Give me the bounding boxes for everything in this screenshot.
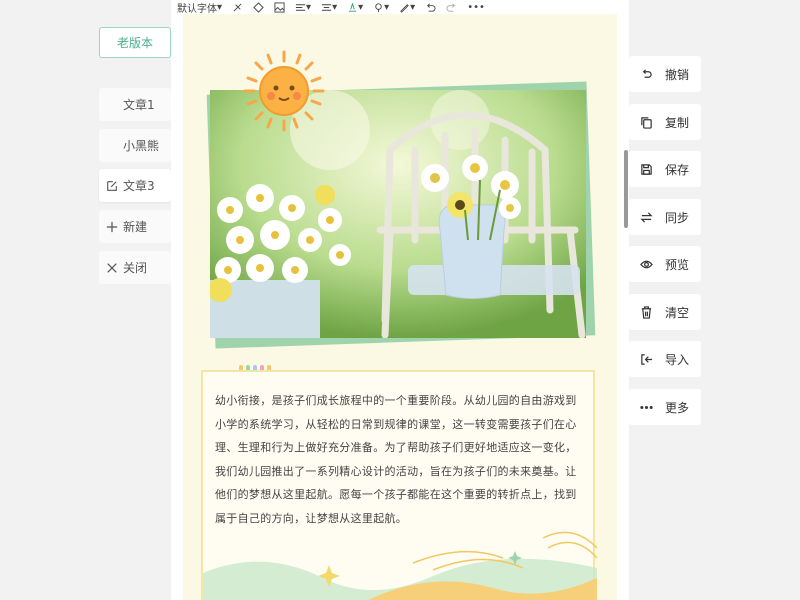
preview-label: 预览: [665, 257, 690, 272]
eye-icon: [640, 260, 653, 268]
save-button[interactable]: 保存: [629, 151, 701, 187]
align-icon[interactable]: ▾: [295, 1, 311, 13]
undo-icon: [642, 68, 652, 78]
toolbar-more-icon[interactable]: •••: [467, 1, 485, 13]
editor-canvas: 默认字体 ▾ ▾ ▾ ▾ ▾ ▾ ••• 幼小衔接，是孩子们成长旅程中的一个重要…: [171, 0, 629, 600]
trash-icon: [641, 305, 652, 319]
font-family-value: 默认字体: [177, 3, 217, 15]
edit-icon: [105, 180, 119, 192]
article-tab-label: 文章1: [123, 98, 155, 112]
save-label: 保存: [665, 162, 690, 177]
article-tab-label: 文章3: [123, 179, 155, 193]
old-version-button[interactable]: 老版本: [99, 27, 171, 58]
copy-label: 复制: [665, 115, 690, 130]
clear-label: 清空: [665, 305, 690, 320]
font-family-select[interactable]: 默认字体 ▾: [177, 1, 222, 15]
highlight-icon[interactable]: ▾: [373, 1, 389, 13]
article-tab-label: 小黑熊: [123, 139, 160, 153]
article-tab-3[interactable]: 文章3: [99, 169, 171, 202]
wave-decoration: [203, 531, 597, 600]
format-toolbar: 默认字体 ▾ ▾ ▾ ▾ ▾ ▾ •••: [171, 0, 629, 15]
import-icon: [641, 353, 653, 365]
clear-button[interactable]: 清空: [629, 294, 701, 330]
left-panel: 老版本 文章1 小黑熊 文章3 新建 关闭: [0, 0, 175, 600]
import-label: 导入: [665, 352, 690, 367]
editor-scrollbar[interactable]: [624, 150, 628, 228]
redo-toolbar-icon[interactable]: [446, 1, 457, 13]
close-icon: [105, 262, 119, 274]
copy-button[interactable]: 复制: [629, 104, 701, 140]
import-button[interactable]: 导入: [629, 341, 701, 377]
image-icon[interactable]: [274, 1, 285, 13]
new-article-label: 新建: [123, 220, 148, 234]
plus-icon: [105, 221, 119, 233]
more-icon: [640, 405, 653, 409]
preview-button[interactable]: 预览: [629, 246, 701, 282]
undo-label: 撤销: [665, 67, 690, 82]
sun-sticker-icon: [241, 48, 327, 134]
undo-button[interactable]: 撤销: [629, 56, 701, 92]
new-article-button[interactable]: 新建: [99, 210, 171, 243]
more-label: 更多: [665, 400, 690, 415]
article-tab-1[interactable]: 文章1: [99, 88, 171, 121]
more-button[interactable]: 更多: [629, 389, 701, 425]
sync-button[interactable]: 同步: [629, 199, 701, 235]
clear-format-icon[interactable]: [232, 1, 243, 13]
article-tab-2[interactable]: 小黑熊: [99, 129, 171, 162]
sync-label: 同步: [665, 210, 690, 225]
undo-toolbar-icon[interactable]: [425, 1, 436, 13]
close-article-button[interactable]: 关闭: [99, 251, 171, 284]
format-brush-icon[interactable]: [253, 1, 264, 13]
article-text-box[interactable]: 幼小衔接，是孩子们成长旅程中的一个重要阶段。从幼儿园的自由游戏到小学的系统学习，…: [201, 370, 597, 600]
line-spacing-icon[interactable]: ▾: [321, 1, 337, 13]
close-article-label: 关闭: [123, 261, 148, 275]
save-icon: [641, 163, 652, 175]
article-body-text[interactable]: 幼小衔接，是孩子们成长旅程中的一个重要阶段。从幼儿园的自由游戏到小学的系统学习，…: [215, 389, 585, 530]
sync-icon: [640, 211, 653, 223]
article-document[interactable]: 幼小衔接，是孩子们成长旅程中的一个重要阶段。从幼儿园的自由游戏到小学的系统学习，…: [183, 14, 617, 600]
text-color-icon[interactable]: ▾: [347, 1, 363, 13]
pen-icon[interactable]: ▾: [399, 1, 415, 13]
copy-icon: [641, 116, 652, 129]
